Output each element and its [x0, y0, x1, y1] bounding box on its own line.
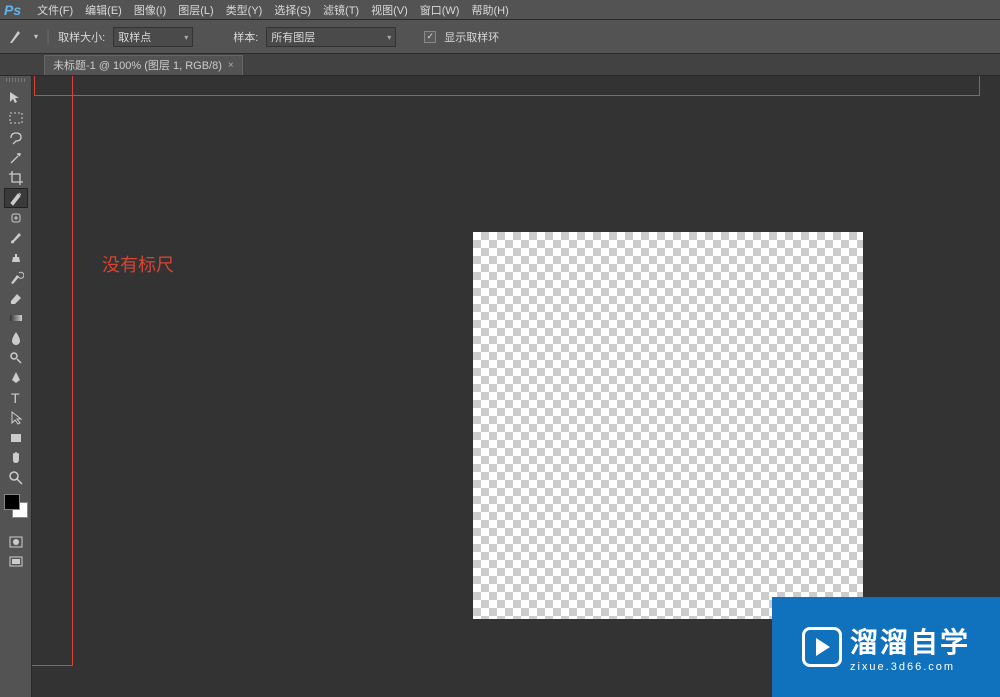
- toolbox: T: [0, 76, 32, 697]
- document-tab-title: 未标题-1 @ 100% (图层 1, RGB/8): [53, 57, 222, 73]
- pen-tool[interactable]: [4, 368, 28, 388]
- watermark: 溜溜自学 zixue.3d66.com: [772, 597, 1000, 697]
- annotation-box-vertical: [32, 76, 73, 666]
- show-sample-ring-checkbox[interactable]: ✓: [424, 31, 436, 43]
- menu-file[interactable]: 文件(F): [31, 0, 79, 20]
- menu-image[interactable]: 图像(I): [128, 0, 172, 20]
- document-tab-bar: 未标题-1 @ 100% (图层 1, RGB/8) ×: [0, 54, 1000, 76]
- current-tool-icon[interactable]: [8, 29, 24, 45]
- menu-type[interactable]: 类型(Y): [220, 0, 269, 20]
- rectangle-tool[interactable]: [4, 428, 28, 448]
- menu-window[interactable]: 窗口(W): [414, 0, 466, 20]
- menu-select[interactable]: 选择(S): [268, 0, 317, 20]
- annotation-text: 没有标尺: [102, 251, 174, 277]
- menu-bar: Ps 文件(F) 编辑(E) 图像(I) 图层(L) 类型(Y) 选择(S) 滤…: [0, 0, 1000, 20]
- svg-text:T: T: [11, 390, 20, 406]
- lasso-tool[interactable]: [4, 128, 28, 148]
- history-brush-tool[interactable]: [4, 268, 28, 288]
- move-tool[interactable]: [4, 88, 28, 108]
- healing-brush-tool[interactable]: [4, 208, 28, 228]
- play-icon: [802, 627, 842, 667]
- gradient-tool[interactable]: [4, 308, 28, 328]
- menu-layer[interactable]: 图层(L): [172, 0, 219, 20]
- document-canvas[interactable]: [473, 232, 863, 619]
- menu-edit[interactable]: 编辑(E): [79, 0, 128, 20]
- watermark-subtitle: zixue.3d66.com: [850, 661, 970, 673]
- screen-mode-toggle[interactable]: [4, 552, 28, 572]
- sample-select[interactable]: 所有图层: [266, 27, 396, 47]
- document-tab[interactable]: 未标题-1 @ 100% (图层 1, RGB/8) ×: [44, 55, 243, 75]
- path-selection-tool[interactable]: [4, 408, 28, 428]
- magic-wand-tool[interactable]: [4, 148, 28, 168]
- color-swatches[interactable]: [2, 494, 30, 522]
- brush-tool[interactable]: [4, 228, 28, 248]
- crop-tool[interactable]: [4, 168, 28, 188]
- close-icon[interactable]: ×: [228, 60, 234, 71]
- sample-size-label: 取样大小:: [58, 29, 105, 45]
- zoom-tool[interactable]: [4, 468, 28, 488]
- menu-view[interactable]: 视图(V): [365, 0, 414, 20]
- sample-size-value: 取样点: [118, 29, 151, 45]
- menu-help[interactable]: 帮助(H): [465, 0, 514, 20]
- options-bar: ▾ | 取样大小: 取样点 样本: 所有图层 ✓ 显示取样环: [0, 20, 1000, 54]
- clone-stamp-tool[interactable]: [4, 248, 28, 268]
- tool-preset-dropdown[interactable]: ▾: [34, 32, 38, 41]
- quick-mask-toggle[interactable]: [4, 532, 28, 552]
- menu-filter[interactable]: 滤镜(T): [317, 0, 365, 20]
- dodge-tool[interactable]: [4, 348, 28, 368]
- blur-tool[interactable]: [4, 328, 28, 348]
- eyedropper-tool[interactable]: [4, 188, 28, 208]
- sample-size-select[interactable]: 取样点: [113, 27, 193, 47]
- marquee-tool[interactable]: [4, 108, 28, 128]
- show-sample-ring-label: 显示取样环: [444, 29, 499, 45]
- watermark-title: 溜溜自学: [850, 621, 970, 661]
- toolbox-grip[interactable]: [0, 78, 31, 88]
- app-logo: Ps: [4, 2, 21, 18]
- hand-tool[interactable]: [4, 448, 28, 468]
- sample-label: 样本:: [233, 29, 258, 45]
- type-tool[interactable]: T: [4, 388, 28, 408]
- foreground-color[interactable]: [4, 494, 20, 510]
- annotation-box-horizontal: [34, 76, 980, 96]
- sample-value: 所有图层: [271, 29, 315, 45]
- eraser-tool[interactable]: [4, 288, 28, 308]
